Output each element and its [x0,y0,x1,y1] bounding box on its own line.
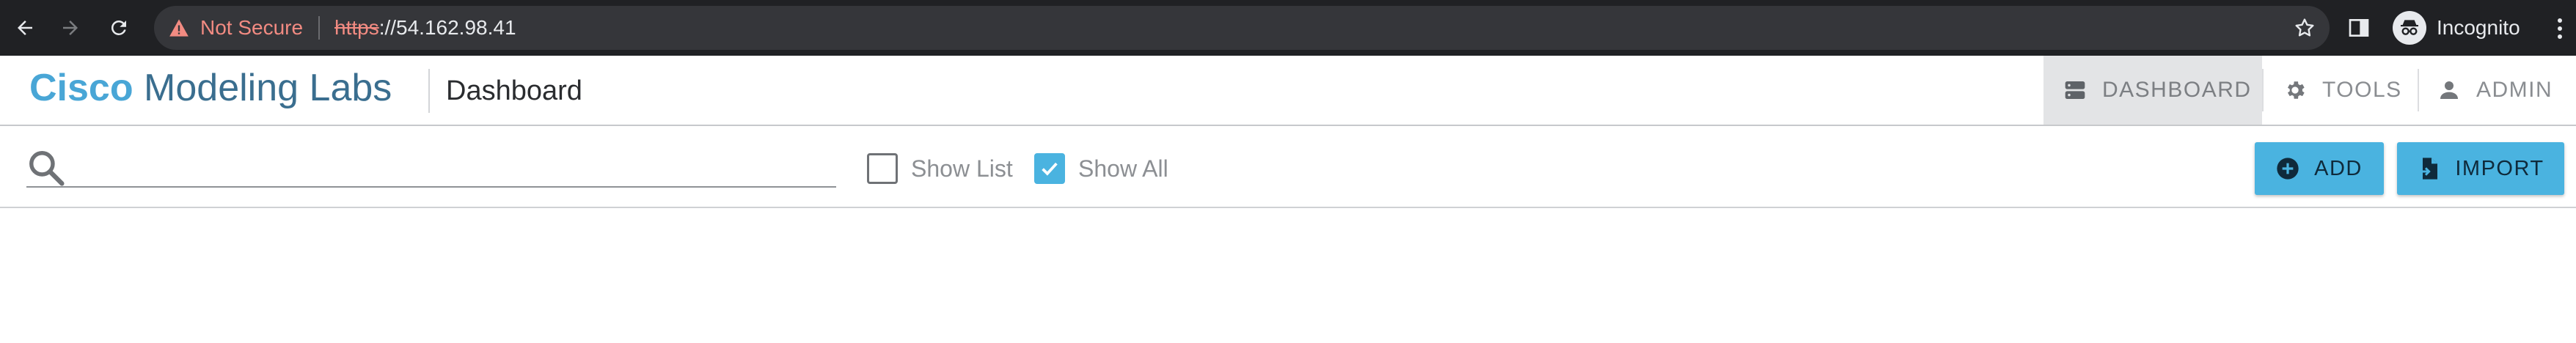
arrow-right-icon [63,21,78,35]
spy-glasses-icon [2401,20,2418,35]
page-title: Dashboard [446,75,582,106]
url-host: ://54.162.98.41 [378,16,516,39]
plus-circle-icon [2276,157,2299,180]
nav-dashboard-label: DASHBOARD [2102,78,2252,102]
app-header: Cisco Modeling Labs Dashboard DASHBOARD … [0,56,2576,126]
url-text[interactable]: https://54.162.98.41 [334,16,516,40]
reload-button[interactable] [100,9,138,47]
nav-admin-label: ADMIN [2476,78,2553,102]
nav-divider [2418,69,2419,111]
brand-name: Cisco [29,67,133,109]
checkbox-checked-icon[interactable] [1034,153,1065,184]
show-list-label: Show List [911,155,1013,182]
nav-dashboard[interactable]: DASHBOARD [2043,56,2262,125]
person-icon [2437,78,2462,103]
brand-product: Modeling Labs [133,67,392,109]
add-label: ADD [2314,156,2363,180]
star-icon[interactable] [2293,16,2316,40]
url-scheme: https [334,16,379,39]
incognito-label[interactable]: Incognito [2437,16,2520,40]
nav-divider [2262,69,2264,111]
show-all-label: Show All [1078,155,1168,182]
search-field[interactable] [26,142,836,188]
arrow-left-icon [18,21,32,35]
app-logo[interactable]: Cisco Modeling Labs [29,64,392,111]
search-icon [29,151,65,186]
warning-icon [169,19,189,37]
browser-menu-icon[interactable] [2553,16,2567,41]
incognito-icon[interactable] [2393,11,2426,45]
nav-admin[interactable]: ADMIN [2423,56,2576,125]
header-divider [428,69,430,113]
dashboard-toolbar: Show List Show All ADD IMPORT [0,126,2576,208]
import-button[interactable]: IMPORT [2397,142,2564,195]
import-label: IMPORT [2455,156,2544,180]
omnibox-divider [318,16,320,40]
add-button[interactable]: ADD [2255,142,2384,195]
main-content [0,208,2576,343]
reload-icon [111,20,126,35]
server-icon [2063,78,2087,103]
security-status[interactable]: Not Secure [200,16,303,40]
search-input[interactable] [78,147,826,183]
nav-tools[interactable]: TOOLS [2268,56,2416,125]
nav-tools-label: TOOLS [2322,78,2402,102]
gear-icon [2283,78,2308,103]
file-import-icon [2417,157,2440,180]
back-button[interactable] [6,9,44,47]
forward-button[interactable] [51,9,89,47]
address-bar[interactable]: Not Secure https://54.162.98.41 [154,6,2330,50]
show-list-checkbox[interactable]: Show List [867,152,1013,185]
browser-toolbar: Not Secure https://54.162.98.41 Incognit… [0,0,2576,56]
checkbox-unchecked-icon[interactable] [867,153,898,184]
show-all-checkbox[interactable]: Show All [1034,152,1168,185]
side-panel-icon[interactable] [2347,16,2371,40]
